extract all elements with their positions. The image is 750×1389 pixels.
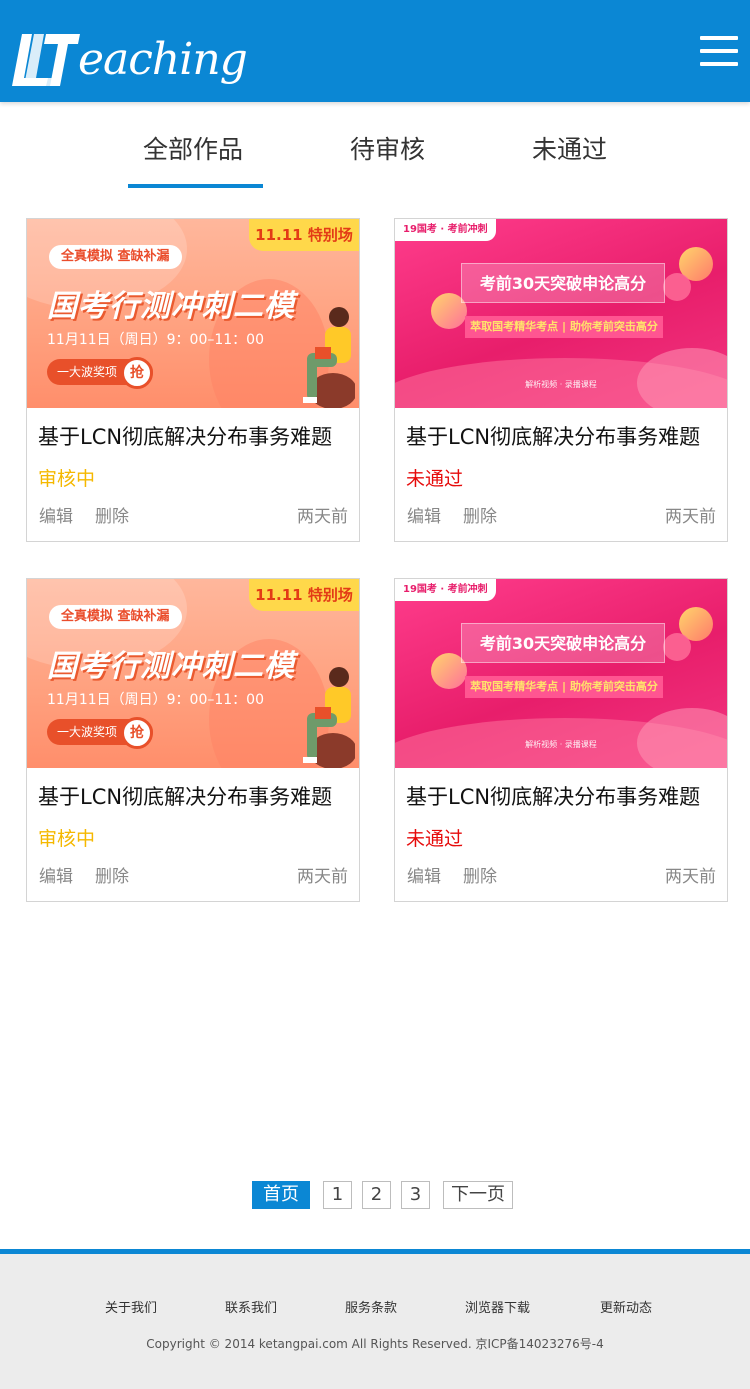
edit-button[interactable]: 编辑 xyxy=(39,502,73,527)
pagination: 首页 1 2 3 下一页 xyxy=(0,1181,750,1209)
work-card[interactable]: 19国考 · 考前冲刺 考前30天突破申论高分 萃取国考精华考点 | 助你考前突… xyxy=(394,218,728,542)
thumb-tag: 19国考 · 考前冲刺 xyxy=(395,579,496,601)
delete-button[interactable]: 删除 xyxy=(463,862,497,887)
card-title: 基于LCN彻底解决分布事务难题 xyxy=(406,785,701,809)
card-timestamp: 两天前 xyxy=(297,867,348,887)
thumb-headline: 国考行测冲刺二模 xyxy=(47,289,295,324)
delete-button[interactable]: 删除 xyxy=(463,502,497,527)
card-timestamp: 两天前 xyxy=(297,507,348,527)
card-thumbnail: 19国考 · 考前冲刺 考前30天突破申论高分 萃取国考精华考点 | 助你考前突… xyxy=(395,579,727,768)
page-1-button[interactable]: 1 xyxy=(323,1181,352,1209)
card-title: 基于LCN彻底解决分布事务难题 xyxy=(406,425,701,449)
person-illustration-icon xyxy=(303,667,355,768)
thumb-headline: 考前30天突破申论高分 xyxy=(461,623,665,663)
card-timestamp: 两天前 xyxy=(665,867,716,887)
active-tab-indicator xyxy=(128,184,263,188)
next-page-button[interactable]: 下一页 xyxy=(443,1181,513,1209)
footer-link-browser-download[interactable]: 浏览器下载 xyxy=(465,1297,530,1316)
work-card[interactable]: 11.11 特别场 全真模拟 查缺补漏 国考行测冲刺二模 11月11日（周日）9… xyxy=(26,578,360,902)
card-title: 基于LCN彻底解决分布事务难题 xyxy=(38,425,333,449)
thumb-footer: 解析视频 · 录播课程 xyxy=(525,380,597,389)
thumb-footer: 解析视频 · 录播课程 xyxy=(525,740,597,749)
hamburger-menu-icon[interactable] xyxy=(700,36,738,66)
edit-button[interactable]: 编辑 xyxy=(407,502,441,527)
status-badge: 审核中 xyxy=(38,828,96,850)
card-thumbnail: 11.11 特别场 全真模拟 查缺补漏 国考行测冲刺二模 11月11日（周日）9… xyxy=(27,219,359,408)
logo-text: eaching xyxy=(78,34,248,85)
person-illustration-icon xyxy=(303,307,355,408)
tab-pending[interactable]: 待审核 xyxy=(350,130,425,166)
delete-button[interactable]: 删除 xyxy=(95,862,129,887)
thumb-tag: 11.11 特别场 xyxy=(249,579,359,611)
site-footer: 关于我们 联系我们 服务条款 浏览器下载 更新动态 Copyright © 20… xyxy=(0,1249,750,1389)
thumb-pill: 全真模拟 查缺补漏 xyxy=(49,245,182,269)
thumb-badge-circle: 抢 xyxy=(121,717,153,749)
thumb-badge-circle: 抢 xyxy=(121,357,153,389)
thumb-headline: 考前30天突破申论高分 xyxy=(461,263,665,303)
copyright-text: Copyright © 2014 ketangpai.com All Right… xyxy=(146,1337,604,1351)
page-3-button[interactable]: 3 xyxy=(401,1181,430,1209)
logo[interactable]: eaching xyxy=(12,18,248,88)
thumb-tag: 11.11 特别场 xyxy=(249,219,359,251)
tab-bar: 全部作品 待审核 未通过 xyxy=(0,102,750,190)
logo-mark-icon xyxy=(12,34,80,86)
status-badge: 审核中 xyxy=(38,468,96,490)
thumb-tag: 19国考 · 考前冲刺 xyxy=(395,219,496,241)
card-thumbnail: 19国考 · 考前冲刺 考前30天突破申论高分 萃取国考精华考点 | 助你考前突… xyxy=(395,219,727,408)
delete-button[interactable]: 删除 xyxy=(95,502,129,527)
edit-button[interactable]: 编辑 xyxy=(39,862,73,887)
tab-all-works[interactable]: 全部作品 xyxy=(143,130,243,166)
footer-link-about[interactable]: 关于我们 xyxy=(105,1297,157,1316)
status-badge: 未通过 xyxy=(406,468,464,490)
edit-button[interactable]: 编辑 xyxy=(407,862,441,887)
first-page-button[interactable]: 首页 xyxy=(252,1181,310,1209)
thumb-pill: 全真模拟 查缺补漏 xyxy=(49,605,182,629)
thumb-subtitle: 萃取国考精华考点 | 助你考前突击高分 xyxy=(465,316,663,338)
work-card[interactable]: 11.11 特别场 全真模拟 查缺补漏 国考行测冲刺二模 11月11日（周日）9… xyxy=(26,218,360,542)
page-2-button[interactable]: 2 xyxy=(362,1181,391,1209)
thumb-headline: 国考行测冲刺二模 xyxy=(47,649,295,684)
thumb-date: 11月11日（周日）9：00–11：00 xyxy=(47,692,264,708)
thumb-subtitle: 萃取国考精华考点 | 助你考前突击高分 xyxy=(465,676,663,698)
work-card[interactable]: 19国考 · 考前冲刺 考前30天突破申论高分 萃取国考精华考点 | 助你考前突… xyxy=(394,578,728,902)
app-header: eaching xyxy=(0,0,750,102)
footer-link-updates[interactable]: 更新动态 xyxy=(600,1297,652,1316)
card-thumbnail: 11.11 特别场 全真模拟 查缺补漏 国考行测冲刺二模 11月11日（周日）9… xyxy=(27,579,359,768)
tab-rejected[interactable]: 未通过 xyxy=(532,130,607,166)
status-badge: 未通过 xyxy=(406,828,464,850)
footer-link-contact[interactable]: 联系我们 xyxy=(225,1297,277,1316)
card-timestamp: 两天前 xyxy=(665,507,716,527)
footer-link-terms[interactable]: 服务条款 xyxy=(345,1297,397,1316)
card-title: 基于LCN彻底解决分布事务难题 xyxy=(38,785,333,809)
thumb-date: 11月11日（周日）9：00–11：00 xyxy=(47,332,264,348)
